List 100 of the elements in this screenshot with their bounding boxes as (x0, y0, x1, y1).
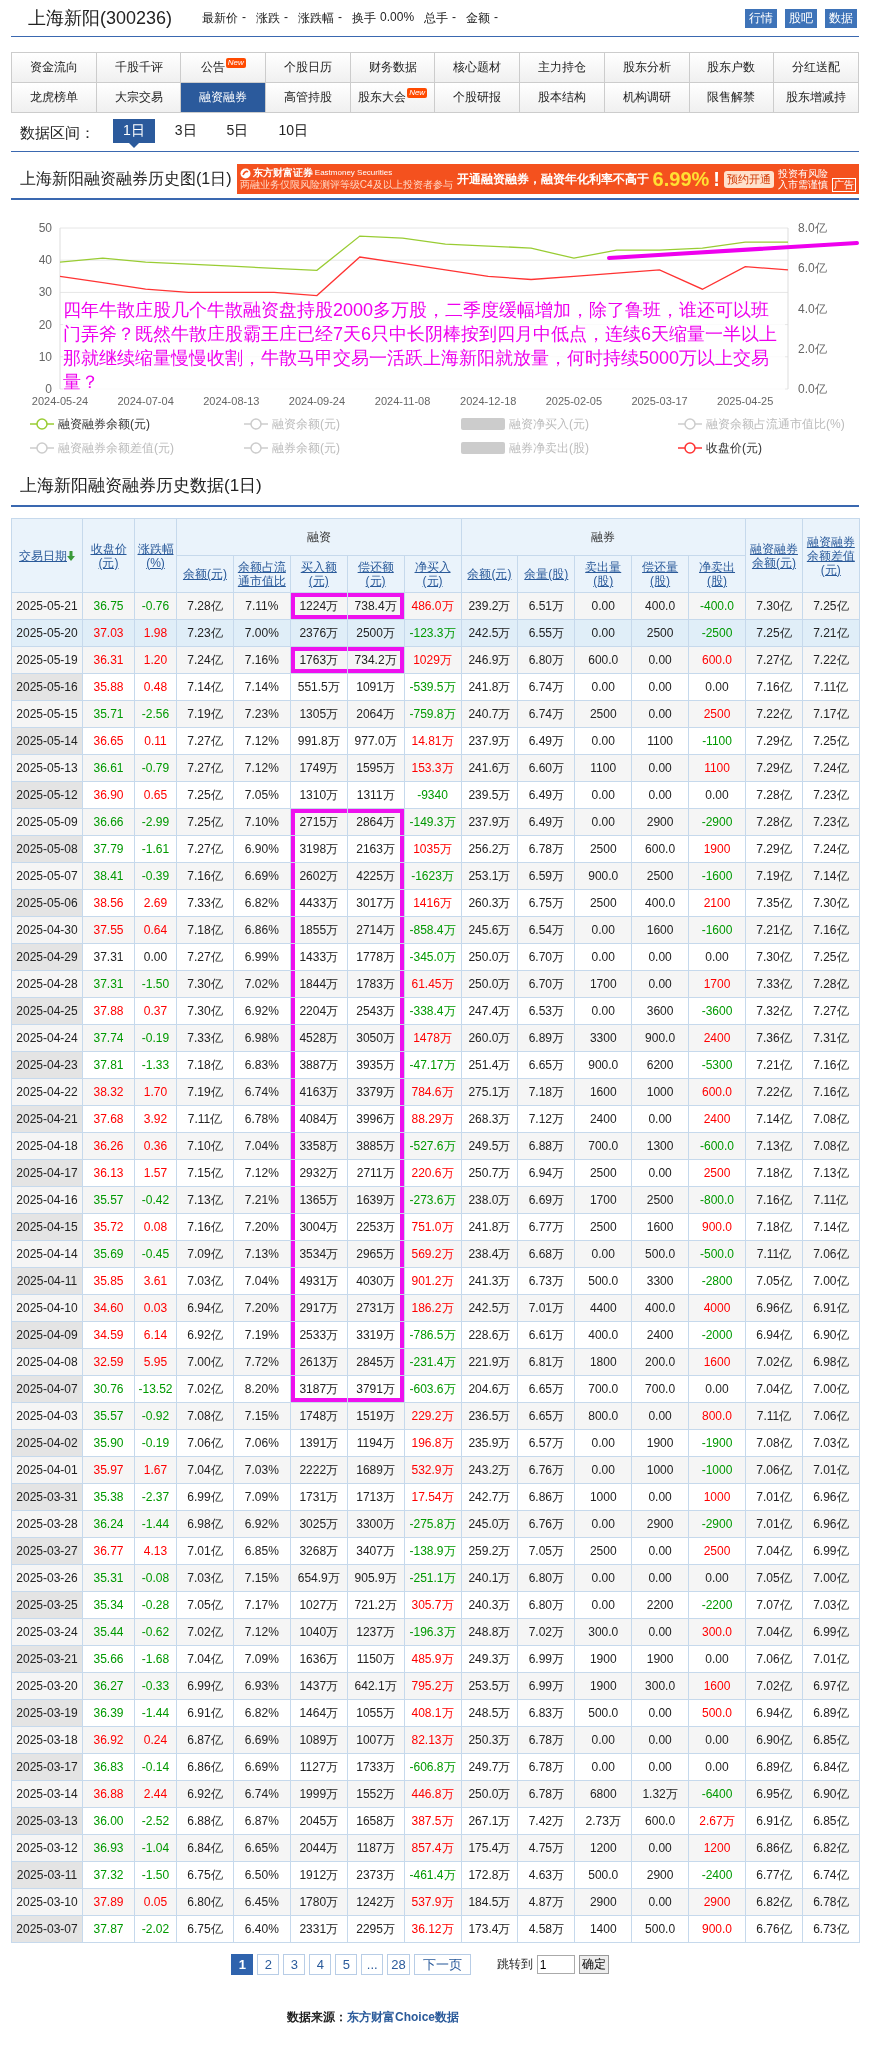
table-cell: 7.32亿 (745, 997, 803, 1025)
nav-tab[interactable]: 公告 New (181, 53, 267, 83)
column-header[interactable]: 偿还量(股) (631, 555, 689, 593)
table-cell: 2025-04-24 (11, 1024, 83, 1052)
table-cell: 3791万 (347, 1375, 405, 1403)
page-button[interactable]: 2 (257, 1954, 280, 1975)
table-cell: 2025-04-07 (11, 1375, 83, 1403)
table-cell: 6.88亿 (176, 1807, 234, 1835)
table-cell: 7.08亿 (802, 1105, 860, 1133)
nav-tab[interactable]: 龙虎榜单 (12, 83, 97, 113)
source-link[interactable]: 东方财富Choice数据 (347, 2010, 459, 2024)
header-button[interactable]: 数据 (825, 8, 857, 28)
axis-label: 2024-11-08 (374, 395, 431, 407)
section-title: 上海新阳融资融券历史数据(1日) (11, 474, 859, 507)
table-cell: 0.11 (134, 727, 177, 755)
table-cell: 1.57 (134, 1159, 177, 1187)
page-button[interactable]: 1 (231, 1954, 254, 1975)
header-button[interactable]: 行情 (745, 8, 777, 28)
new-badge: New (225, 57, 246, 68)
table-cell: 7.25亿 (802, 727, 860, 755)
column-header[interactable]: 余额占流通市值比 (233, 555, 291, 593)
page-button[interactable]: 28 (387, 1954, 410, 1975)
table-cell: 2025-05-21 (11, 592, 83, 620)
column-header[interactable]: 交易日期 (11, 518, 83, 593)
nav-tab[interactable]: 千股千评 (96, 53, 182, 83)
table-cell: 2400 (574, 1105, 632, 1133)
column-header[interactable]: 净买入(元) (404, 555, 461, 593)
header-button[interactable]: 股吧 (785, 8, 817, 28)
nav-tab[interactable]: 机构调研 (604, 83, 690, 113)
page-button[interactable]: 4 (309, 1954, 332, 1975)
table-cell: 7.23亿 (802, 781, 860, 809)
period-option[interactable]: 5日 (216, 118, 259, 143)
nav-tab[interactable]: 股东大会 New (350, 83, 436, 113)
table-cell: 172.8万 (461, 1861, 518, 1889)
table-cell: 2163万 (347, 835, 405, 863)
table-cell: 37.88 (82, 997, 135, 1025)
table-cell: 2025-05-14 (11, 727, 83, 755)
column-header[interactable]: 余量(股) (517, 555, 575, 593)
period-option[interactable]: 3日 (164, 118, 207, 143)
table-cell: 2025-03-07 (11, 1915, 83, 1943)
column-header[interactable]: 买入额(元) (290, 555, 348, 593)
nav-tab[interactable]: 个股研报 (435, 83, 521, 113)
period-option[interactable]: 10日 (268, 118, 318, 143)
table-cell: 2025-04-17 (11, 1159, 83, 1187)
table-cell: 7.05万 (517, 1537, 575, 1565)
table-cell: 1416万 (404, 889, 461, 917)
nav-tab[interactable]: 股东户数 (689, 53, 775, 83)
page-button[interactable]: 5 (335, 1954, 358, 1975)
table-cell: 7.14亿 (802, 1213, 860, 1241)
nav-tab[interactable]: 主力持仓 (520, 53, 605, 83)
table-cell: 1636万 (290, 1645, 348, 1673)
nav-tab[interactable]: 分红送配 (774, 53, 859, 83)
table-cell: 6.50% (233, 1861, 291, 1889)
nav-tab[interactable]: 股东增减持 (774, 83, 859, 113)
confirm-button[interactable]: 确定 (578, 1955, 609, 1974)
nav-tab[interactable]: 股本结构 (520, 83, 605, 113)
page-button[interactable]: 3 (283, 1954, 306, 1975)
column-header[interactable]: 余额(元) (176, 555, 234, 593)
table-cell: 250.7万 (461, 1159, 518, 1187)
table-cell: 7.42万 (517, 1807, 575, 1835)
column-group-header: 融资 (176, 518, 461, 556)
legend-square-icon (461, 417, 505, 431)
nav-tab[interactable]: 高管持股 (266, 83, 351, 113)
nav-tab[interactable]: 大宗交易 (96, 83, 182, 113)
column-header[interactable]: 偿还额(元) (347, 555, 405, 593)
legend-item[interactable]: 融资融券余额(元) (30, 414, 244, 434)
column-header[interactable]: 卖出量(股) (574, 555, 632, 593)
legend-item[interactable]: 收盘价(元) (678, 438, 868, 458)
axis-label: 2024-05-24 (31, 395, 89, 407)
nav-tab[interactable]: 核心题材 (435, 53, 521, 83)
nav-tab[interactable]: 财务数据 (350, 53, 436, 83)
nav-tab[interactable]: 限售解禁 (689, 83, 775, 113)
axis-label: 50 (38, 221, 52, 235)
next-page-button[interactable]: 下一页 (413, 1954, 471, 1975)
table-cell: 485.9万 (404, 1645, 461, 1673)
column-header[interactable]: 融资融券余额差值(元) (802, 518, 860, 593)
column-header[interactable]: 涨跌幅(%) (134, 518, 177, 593)
table-cell: 1713万 (347, 1483, 405, 1511)
column-header[interactable]: 余额(元) (461, 555, 518, 593)
table-cell: 7.01亿 (176, 1537, 234, 1565)
table-cell: 6.76亿 (745, 1915, 803, 1943)
table-cell: 2025-05-06 (11, 889, 83, 917)
table-cell: 3004万 (290, 1213, 348, 1241)
table-cell: 7.05亿 (745, 1267, 803, 1295)
nav-tab[interactable]: 个股日历 (266, 53, 351, 83)
column-header[interactable]: 融资融券余额(元) (745, 518, 803, 593)
table-cell: 0.00 (688, 673, 746, 701)
column-header[interactable]: 净卖出(股) (688, 555, 746, 593)
table-cell: 6.78万 (517, 835, 575, 863)
nav-tab[interactable]: 资金流向 (12, 53, 97, 83)
period-option[interactable]: 1日 (113, 118, 155, 143)
nav-tab[interactable]: 股东分析 (604, 53, 690, 83)
table-cell: -138.9万 (404, 1537, 461, 1565)
column-header[interactable]: 收盘价(元) (82, 518, 135, 593)
nav-tab[interactable]: 融资融券 (181, 83, 267, 113)
table-cell: 1733万 (347, 1753, 405, 1781)
page-button[interactable]: ... (361, 1954, 384, 1975)
page-input[interactable]: 1 (536, 1955, 575, 1974)
reserve-button[interactable]: 预约开通 (724, 170, 774, 188)
table-cell: -2400 (688, 1861, 746, 1889)
